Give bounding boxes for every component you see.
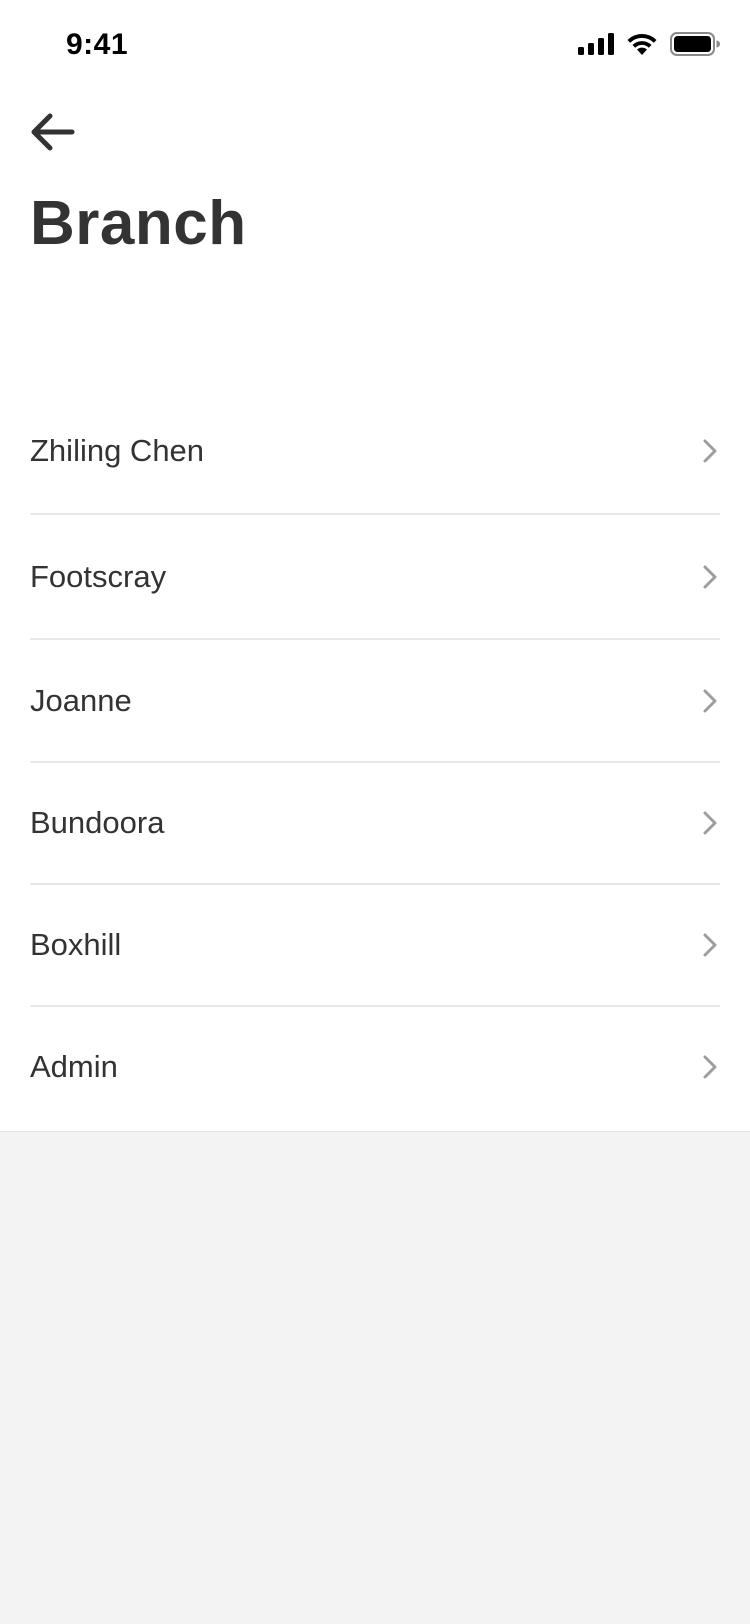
list-item-boxhill[interactable]: Boxhill — [30, 885, 720, 1007]
list-item-label: Boxhill — [30, 927, 122, 962]
battery-icon — [670, 32, 720, 56]
list-item-bundoora[interactable]: Bundoora — [30, 763, 720, 885]
branch-list: Zhiling Chen Footscray Joanne Bundoora B… — [0, 389, 750, 1127]
list-item-footscray[interactable]: Footscray — [30, 515, 720, 640]
list-item-zhiling-chen[interactable]: Zhiling Chen — [30, 389, 720, 515]
list-item-label: Admin — [30, 1049, 118, 1084]
status-icons — [578, 32, 720, 56]
list-item-label: Bundoora — [30, 805, 165, 840]
chevron-right-icon — [700, 808, 720, 838]
chevron-right-icon — [700, 930, 720, 960]
chevron-right-icon — [700, 436, 720, 466]
signal-icon — [578, 33, 614, 55]
chevron-right-icon — [700, 562, 720, 592]
list-item-label: Zhiling Chen — [30, 433, 205, 468]
content-area: 9:41 Branch Zhiling Chen Footscray Joann… — [0, 0, 750, 1132]
arrow-left-icon — [28, 112, 76, 157]
back-button[interactable] — [24, 106, 80, 162]
list-item-label: Joanne — [30, 682, 132, 718]
status-bar: 9:41 — [0, 0, 750, 94]
chevron-right-icon — [700, 686, 720, 716]
list-item-joanne[interactable]: Joanne — [30, 640, 720, 763]
chevron-right-icon — [700, 1052, 720, 1082]
list-item-admin[interactable]: Admin — [30, 1007, 720, 1127]
screen: 9:41 Branch Zhiling Chen Footscray Joann… — [0, 0, 750, 1624]
list-item-label: Footscray — [30, 558, 167, 594]
wifi-icon — [626, 33, 658, 55]
status-time: 9:41 — [66, 28, 129, 61]
page-title: Branch — [30, 189, 247, 258]
